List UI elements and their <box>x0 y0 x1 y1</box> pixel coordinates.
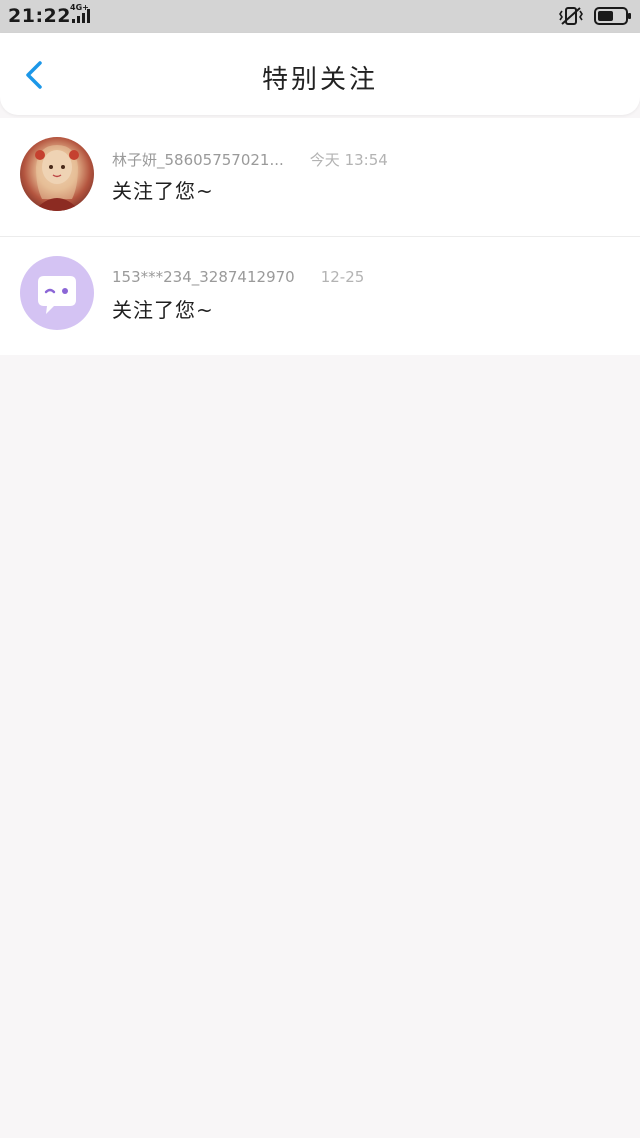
vibrate-icon <box>558 6 584 30</box>
signal-icon: 4G+ <box>64 3 100 25</box>
avatar[interactable] <box>20 137 94 211</box>
battery-icon <box>594 6 632 30</box>
item-meta: 153***234_3287412970 12-25 <box>112 268 364 286</box>
list-item[interactable]: 153***234_3287412970 12-25 关注了您~ <box>0 236 640 355</box>
status-time: 21:22 <box>8 5 71 27</box>
item-meta: 林子妍_58605757021... 今天 13:54 <box>112 149 388 170</box>
network-label: 4G+ <box>70 3 89 12</box>
chat-bubble-icon <box>20 276 94 330</box>
avatar[interactable] <box>20 256 94 330</box>
app-header: 特别关注 <box>0 33 640 115</box>
item-date: 今天 13:54 <box>309 151 388 169</box>
item-date: 12-25 <box>320 268 365 286</box>
user-name: 153***234_3287412970 <box>112 268 295 286</box>
status-bar: 21:22 4G+ <box>0 0 640 33</box>
page-title: 特别关注 <box>261 65 378 95</box>
follower-list: 林子妍_58605757021... 今天 13:54 关注了您~ 153***2… <box>0 118 640 355</box>
item-message: 关注了您~ <box>112 179 214 203</box>
list-item[interactable]: 林子妍_58605757021... 今天 13:54 关注了您~ <box>0 118 640 236</box>
user-name: 林子妍_58605757021... <box>112 151 284 169</box>
item-message: 关注了您~ <box>112 298 214 322</box>
